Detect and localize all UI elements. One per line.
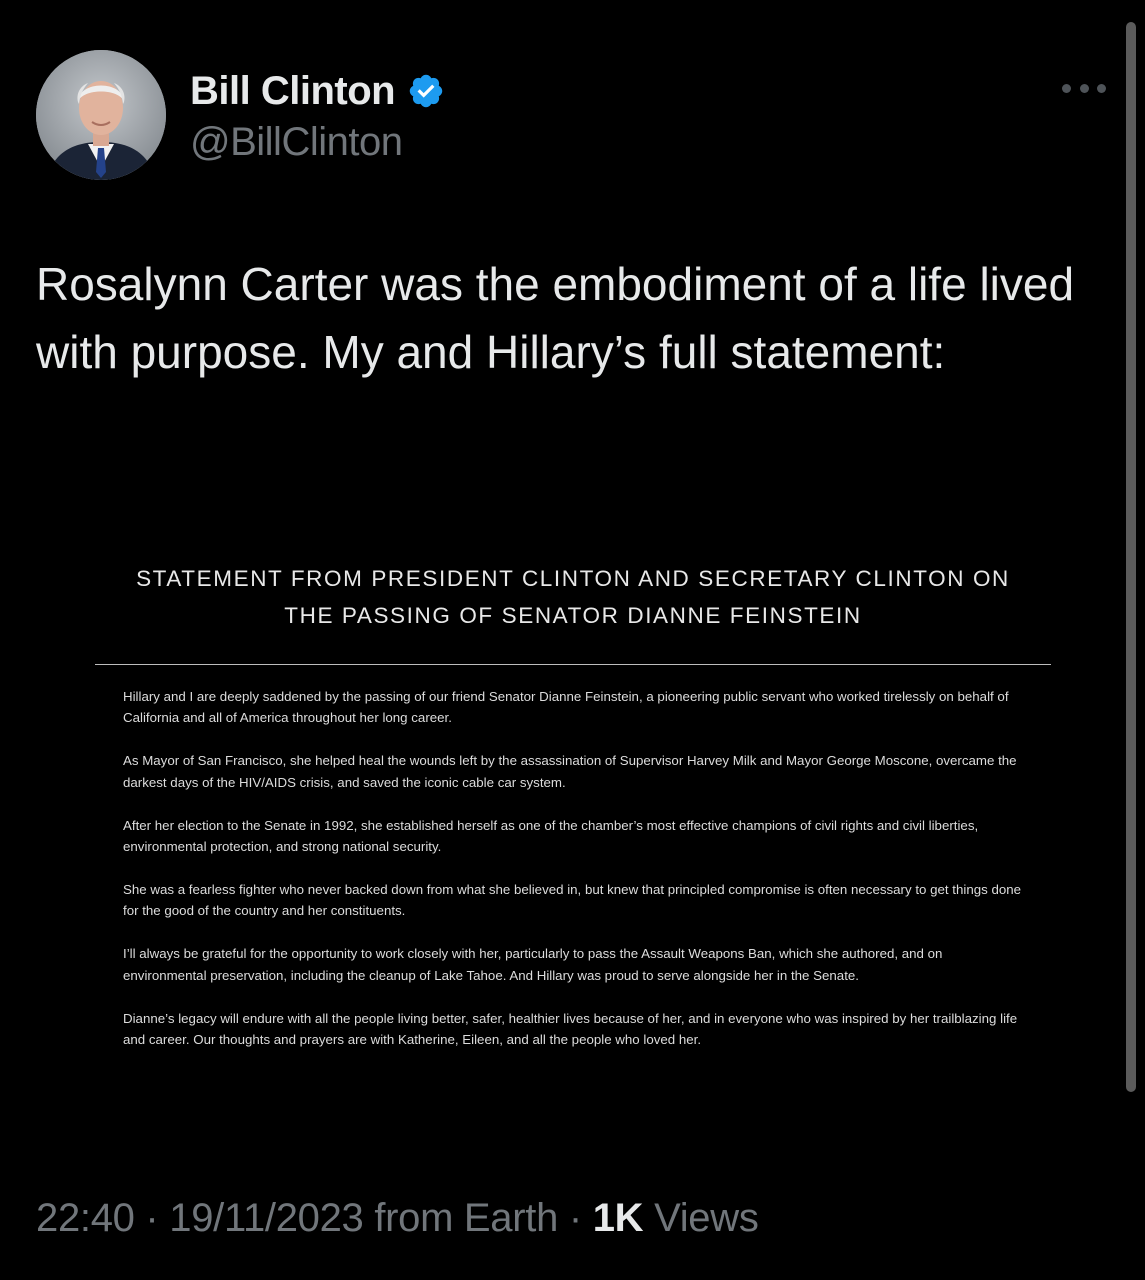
more-dot	[1079, 83, 1089, 93]
statement-paragraph: After her election to the Senate in 1992…	[123, 817, 979, 855]
more-dot	[1062, 83, 1071, 93]
views-count[interactable]: 1K	[593, 1196, 644, 1240]
statement-paragraph: Dianne’s legacy will endure with all the…	[123, 1010, 1018, 1047]
statement-paragraph: Hillary and I are deeply saddened by the…	[123, 689, 1009, 726]
tweet-time[interactable]: 22:40	[36, 1196, 135, 1240]
tweet-header: Bill Clinton @BillClinton	[36, 50, 1106, 182]
meta-separator: ·	[558, 1196, 593, 1240]
statement-image[interactable]: STATEMENT FROM PRESIDENT CLINTON AND SEC…	[95, 560, 1051, 1100]
statement-title-line1: STATEMENT FROM PRESIDENT CLINTON AND SEC…	[136, 566, 1010, 591]
verified-badge-icon[interactable]	[407, 72, 445, 110]
tweet-meta: 22:40 · 19/11/2023 from Earth · 1K Views	[36, 1196, 759, 1241]
statement-paragraph: As Mayor of San Francisco, she helped he…	[123, 753, 1017, 790]
author-handle[interactable]: @BillClinton	[190, 120, 403, 165]
statement-title: STATEMENT FROM PRESIDENT CLINTON AND SEC…	[95, 560, 1051, 634]
more-options-icon[interactable]	[1062, 78, 1106, 98]
avatar-photo-icon	[36, 50, 166, 180]
more-dot	[1097, 83, 1106, 93]
tweet-source: from Earth	[363, 1196, 559, 1240]
statement-title-line2: THE PASSING OF SENATOR DIANNE FEINSTEIN	[284, 603, 862, 628]
statement-paragraph: I’ll always be grateful for the opportun…	[123, 946, 943, 983]
author-name[interactable]: Bill Clinton	[190, 69, 396, 114]
statement-paragraph: She was a fearless fighter who never bac…	[123, 881, 1022, 919]
views-label: Views	[643, 1196, 759, 1240]
scrollbar[interactable]	[1126, 22, 1136, 1092]
statement-body: Hillary and I are deeply saddened by the…	[123, 686, 1023, 1072]
statement-divider	[95, 664, 1051, 665]
tweet-text: Rosalynn Carter was the embodiment of a …	[36, 258, 1075, 378]
avatar[interactable]	[36, 50, 166, 180]
meta-separator: ·	[134, 1196, 170, 1240]
tweet-date[interactable]: 19/11/2023	[169, 1196, 364, 1240]
author-name-row: Bill Clinton	[190, 66, 445, 116]
